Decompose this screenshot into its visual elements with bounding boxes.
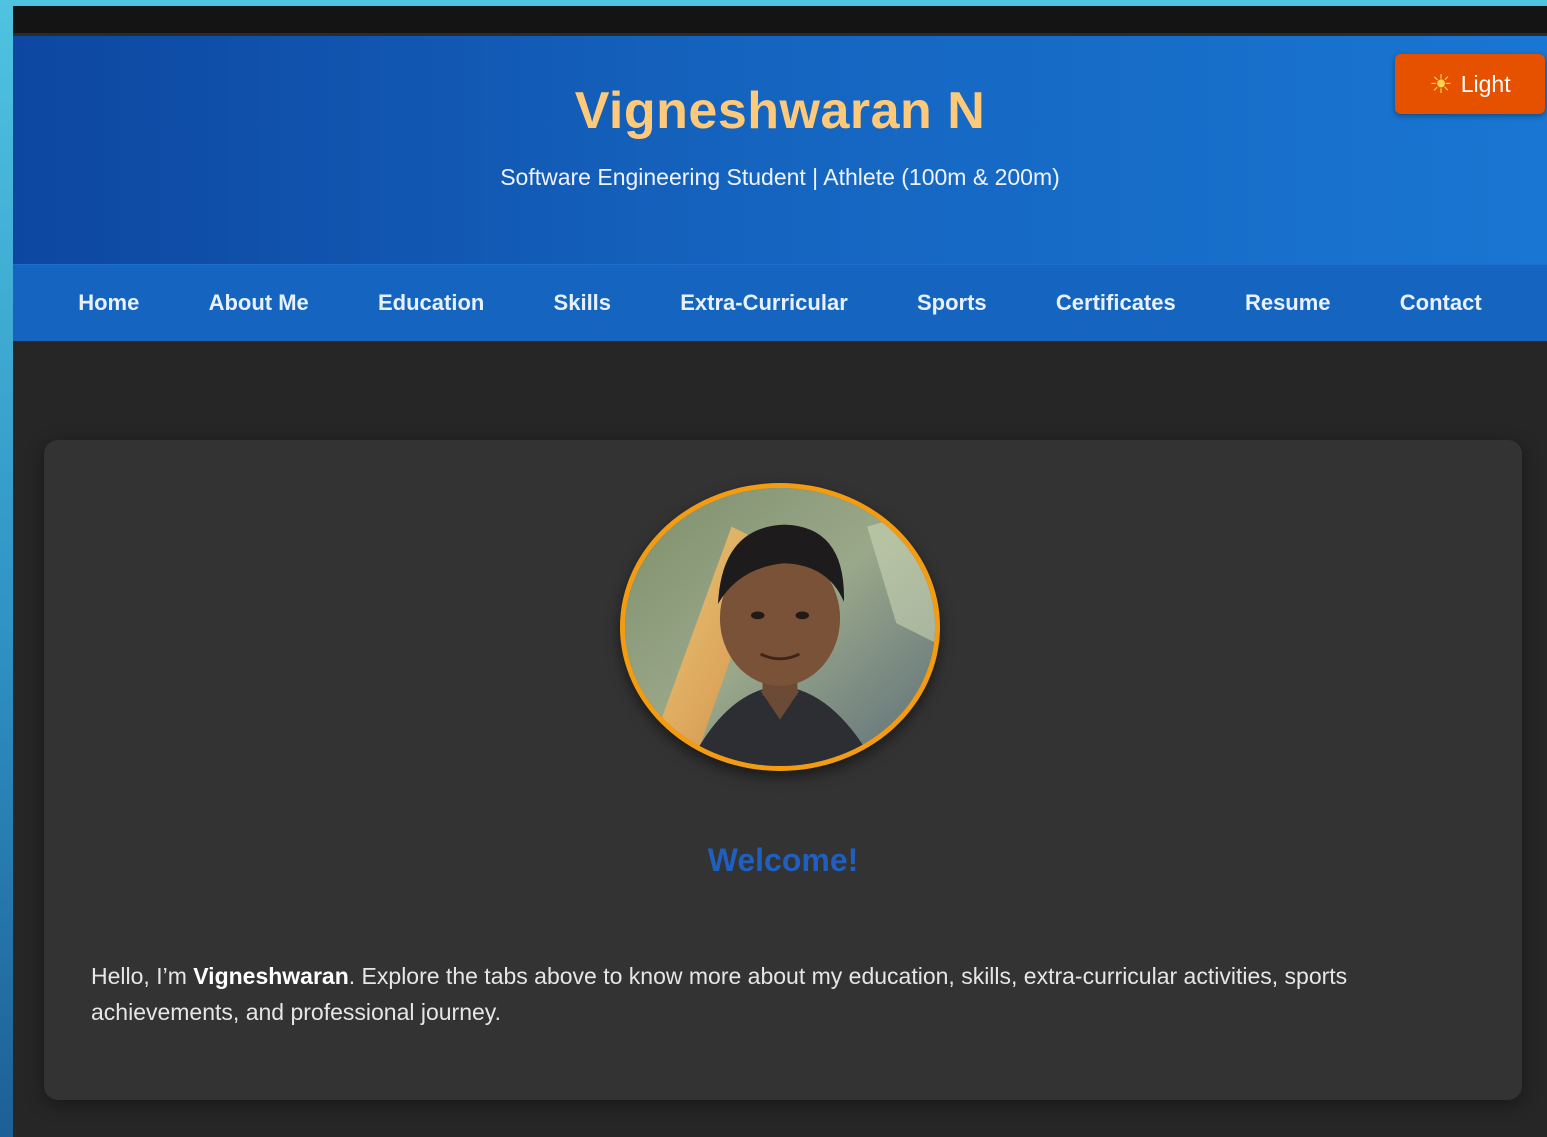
nav-item-extra-curricular[interactable]: Extra-Curricular bbox=[676, 284, 852, 322]
sun-icon: ☀ bbox=[1429, 69, 1453, 99]
browser-window: Vigneshwaran N Software Engineering Stud… bbox=[13, 6, 1547, 1137]
intro-name: Vigneshwaran bbox=[193, 963, 349, 989]
intro-paragraph: Hello, I’m Vigneshwaran. Explore the tab… bbox=[91, 958, 1472, 1030]
theme-toggle-label: Light bbox=[1460, 70, 1511, 97]
site-title: Vigneshwaran N bbox=[574, 82, 986, 140]
nav-item-contact[interactable]: Contact bbox=[1396, 284, 1486, 322]
theme-toggle-button[interactable]: ☀ Light bbox=[1395, 54, 1545, 114]
nav-item-education[interactable]: Education bbox=[374, 284, 488, 322]
main-content: Welcome! Hello, I’m Vigneshwaran. Explor… bbox=[13, 341, 1547, 1137]
home-card: Welcome! Hello, I’m Vigneshwaran. Explor… bbox=[44, 440, 1522, 1100]
site-header: Vigneshwaran N Software Engineering Stud… bbox=[13, 36, 1547, 264]
window-top-bar bbox=[13, 6, 1547, 36]
profile-photo bbox=[620, 483, 940, 771]
welcome-heading: Welcome! bbox=[707, 842, 859, 878]
nav-item-resume[interactable]: Resume bbox=[1241, 284, 1335, 322]
nav-item-skills[interactable]: Skills bbox=[550, 284, 615, 322]
nav-item-sports[interactable]: Sports bbox=[913, 284, 991, 322]
profile-photo-image bbox=[625, 488, 935, 766]
main-nav: Home About Me Education Skills Extra-Cur… bbox=[13, 264, 1547, 341]
intro-prefix: Hello, I’m bbox=[91, 963, 194, 989]
nav-item-home[interactable]: Home bbox=[74, 284, 143, 322]
nav-item-certificates[interactable]: Certificates bbox=[1052, 284, 1180, 322]
site-subtitle: Software Engineering Student | Athlete (… bbox=[500, 164, 1060, 190]
nav-item-about-me[interactable]: About Me bbox=[205, 284, 313, 322]
